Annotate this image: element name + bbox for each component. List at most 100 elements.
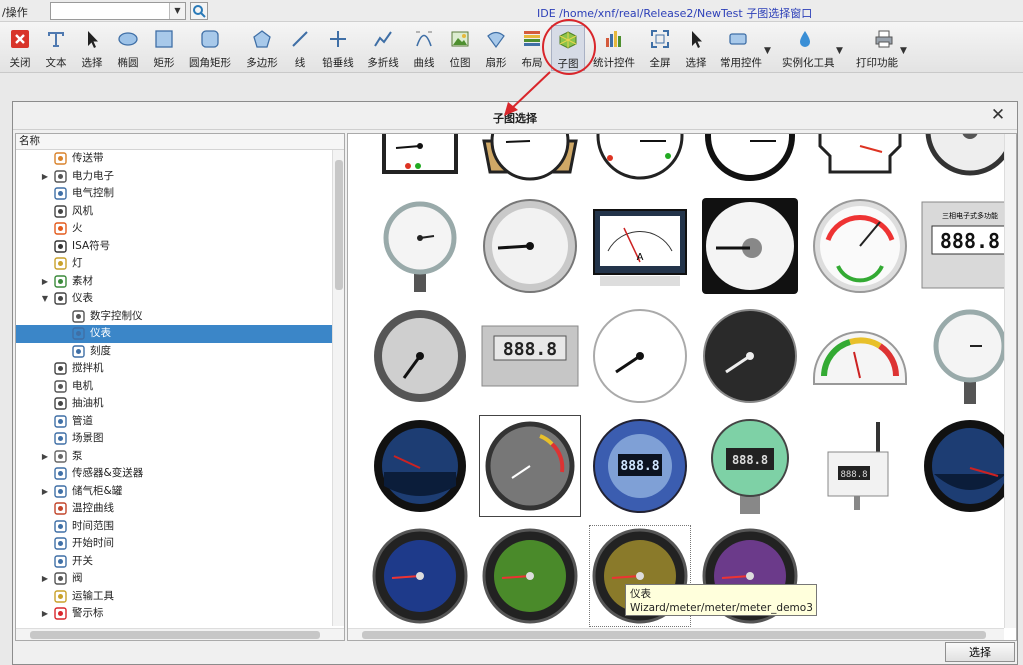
tree-item[interactable]: 运输工具	[16, 588, 332, 606]
tree-item[interactable]: 灯	[16, 255, 332, 273]
tree-item[interactable]: 抽油机	[16, 395, 332, 413]
tree-horizontal-scrollbar[interactable]	[16, 628, 344, 640]
tree-item-label: 电气控制	[72, 187, 114, 199]
tree-item[interactable]: 温控曲线	[16, 500, 332, 518]
tree-item-label: 火	[72, 222, 83, 234]
gauge-thumbnail	[813, 331, 907, 385]
rounded-rect-tool-button[interactable]: 圆角矩形	[184, 25, 236, 71]
search-input[interactable]	[51, 3, 169, 19]
tree-item[interactable]: 管道	[16, 413, 332, 431]
gallery-item[interactable]: 888.8	[590, 416, 690, 516]
gallery-item[interactable]	[370, 134, 470, 186]
curve-tool-button[interactable]: 曲线	[408, 25, 440, 71]
plumb-line-tool-button[interactable]: 铅垂线	[318, 25, 358, 71]
gallery-vertical-scrollbar[interactable]	[1004, 134, 1016, 628]
tree-item[interactable]: ▶ 阀	[16, 570, 332, 588]
tree-item[interactable]: ▶ 素材	[16, 273, 332, 291]
select-tool-button-2[interactable]: 选择	[680, 25, 712, 71]
gallery-item[interactable]: A	[590, 196, 690, 296]
tree-item[interactable]: 电气控制	[16, 185, 332, 203]
gallery-item[interactable]	[700, 196, 800, 296]
chevron-right-icon[interactable]: ▶	[40, 168, 50, 186]
close-icon[interactable]: ✕	[989, 106, 1007, 124]
chevron-right-icon[interactable]: ▶	[40, 570, 50, 588]
line-tool-button[interactable]: 线	[286, 25, 314, 71]
stats-tool-button[interactable]: 统计控件	[590, 25, 638, 71]
warning-sign-icon	[54, 607, 67, 620]
gallery-item[interactable]	[370, 306, 470, 406]
tree-item[interactable]: 时间范围	[16, 518, 332, 536]
tree-item[interactable]: ▼ 仪表	[16, 290, 332, 308]
polygon-tool-button[interactable]: 多边形	[240, 25, 284, 71]
meter-digits: 888.8	[620, 459, 659, 474]
search-combo[interactable]: ▼	[50, 2, 186, 20]
gallery-item[interactable]: 三相电子式多功能 888.8	[920, 196, 1004, 296]
tree-item-label: 电力电子	[72, 169, 114, 182]
tree-item[interactable]: ▶ 电力电子	[16, 168, 332, 186]
search-button[interactable]	[190, 2, 208, 20]
chevron-right-icon[interactable]: ▶	[40, 448, 50, 466]
gallery-item[interactable]	[480, 526, 580, 626]
scroll-thumb[interactable]	[362, 631, 986, 639]
text-tool-button[interactable]: 文本	[40, 25, 72, 71]
tree-item[interactable]: ▶ 泵	[16, 448, 332, 466]
gallery-item[interactable]	[590, 306, 690, 406]
chevron-right-icon[interactable]: ▶	[40, 273, 50, 291]
tree-item[interactable]: 开始时间	[16, 535, 332, 553]
scroll-thumb[interactable]	[30, 631, 320, 639]
gallery-item[interactable]	[370, 196, 470, 296]
gallery-item[interactable]	[920, 416, 1004, 516]
tree-item[interactable]: 场景图	[16, 430, 332, 448]
select-tool-button[interactable]: 选择	[76, 25, 108, 71]
tree-item[interactable]: 电机	[16, 378, 332, 396]
tree-item[interactable]: 数字控制仪	[16, 308, 332, 326]
tree-vertical-scrollbar[interactable]	[332, 150, 344, 626]
gallery-item[interactable]	[810, 196, 910, 296]
scroll-thumb[interactable]	[335, 160, 343, 290]
menu-label[interactable]: /操作	[2, 4, 28, 20]
rect-tool-button[interactable]: 矩形	[148, 25, 180, 71]
fullscreen-tool-button[interactable]: 全屏	[644, 25, 676, 71]
gallery-item[interactable]: 888.8	[810, 416, 910, 516]
gallery-item[interactable]	[370, 416, 470, 516]
sector-tool-button[interactable]: 扇形	[480, 25, 512, 71]
print-tool-button[interactable]: ▼ 打印功能	[854, 25, 914, 71]
bitmap-tool-button[interactable]: 位图	[444, 25, 476, 71]
gallery-item[interactable]: 888.8	[700, 416, 800, 516]
tree-item[interactable]: 刻度	[16, 343, 332, 361]
gallery-item[interactable]	[370, 526, 470, 626]
tree-item[interactable]: ▶ 警示标	[16, 605, 332, 623]
ellipse-tool-button[interactable]: 椭圆	[112, 25, 144, 71]
chevron-down-icon[interactable]: ▼	[40, 290, 50, 308]
gallery-item[interactable]	[700, 306, 800, 406]
tree-item[interactable]: 仪表	[16, 325, 332, 343]
common-controls-tool-button[interactable]: ▼ 常用控件	[716, 25, 776, 71]
gallery-item[interactable]: 888.8	[480, 306, 580, 406]
gallery-item[interactable]	[920, 306, 1004, 406]
tree-item[interactable]: 风机	[16, 203, 332, 221]
dropdown-arrow-icon[interactable]: ▼	[169, 3, 185, 19]
meter-thumbnail	[482, 134, 578, 181]
gallery-item[interactable]	[920, 134, 1004, 186]
tree-item[interactable]: 开关	[16, 553, 332, 571]
select-button[interactable]: 选择	[945, 642, 1015, 662]
gallery-item[interactable]	[810, 306, 910, 406]
tree-item[interactable]: 传感器&变送器	[16, 465, 332, 483]
gallery-item[interactable]	[590, 134, 690, 186]
gallery-item[interactable]	[480, 134, 580, 186]
gallery-item[interactable]	[700, 134, 800, 186]
gallery-item[interactable]	[810, 134, 910, 186]
chevron-right-icon[interactable]: ▶	[40, 483, 50, 501]
gallery-horizontal-scrollbar[interactable]	[348, 628, 1004, 640]
close-tool-button[interactable]: 关闭	[4, 25, 36, 71]
tree-item[interactable]: ISA符号	[16, 238, 332, 256]
gallery-item[interactable]	[480, 196, 580, 296]
tree-item[interactable]: 搅拌机	[16, 360, 332, 378]
gallery-item-selected[interactable]	[479, 415, 581, 517]
instantiate-tool-button[interactable]: ▼ 实例化工具	[780, 25, 850, 71]
tree-item[interactable]: ▶ 储气柜&罐	[16, 483, 332, 501]
tree-item[interactable]: 火	[16, 220, 332, 238]
chevron-right-icon[interactable]: ▶	[40, 605, 50, 623]
tree-item[interactable]: 传送带	[16, 150, 332, 168]
polyline-tool-button[interactable]: 多折线	[362, 25, 404, 71]
